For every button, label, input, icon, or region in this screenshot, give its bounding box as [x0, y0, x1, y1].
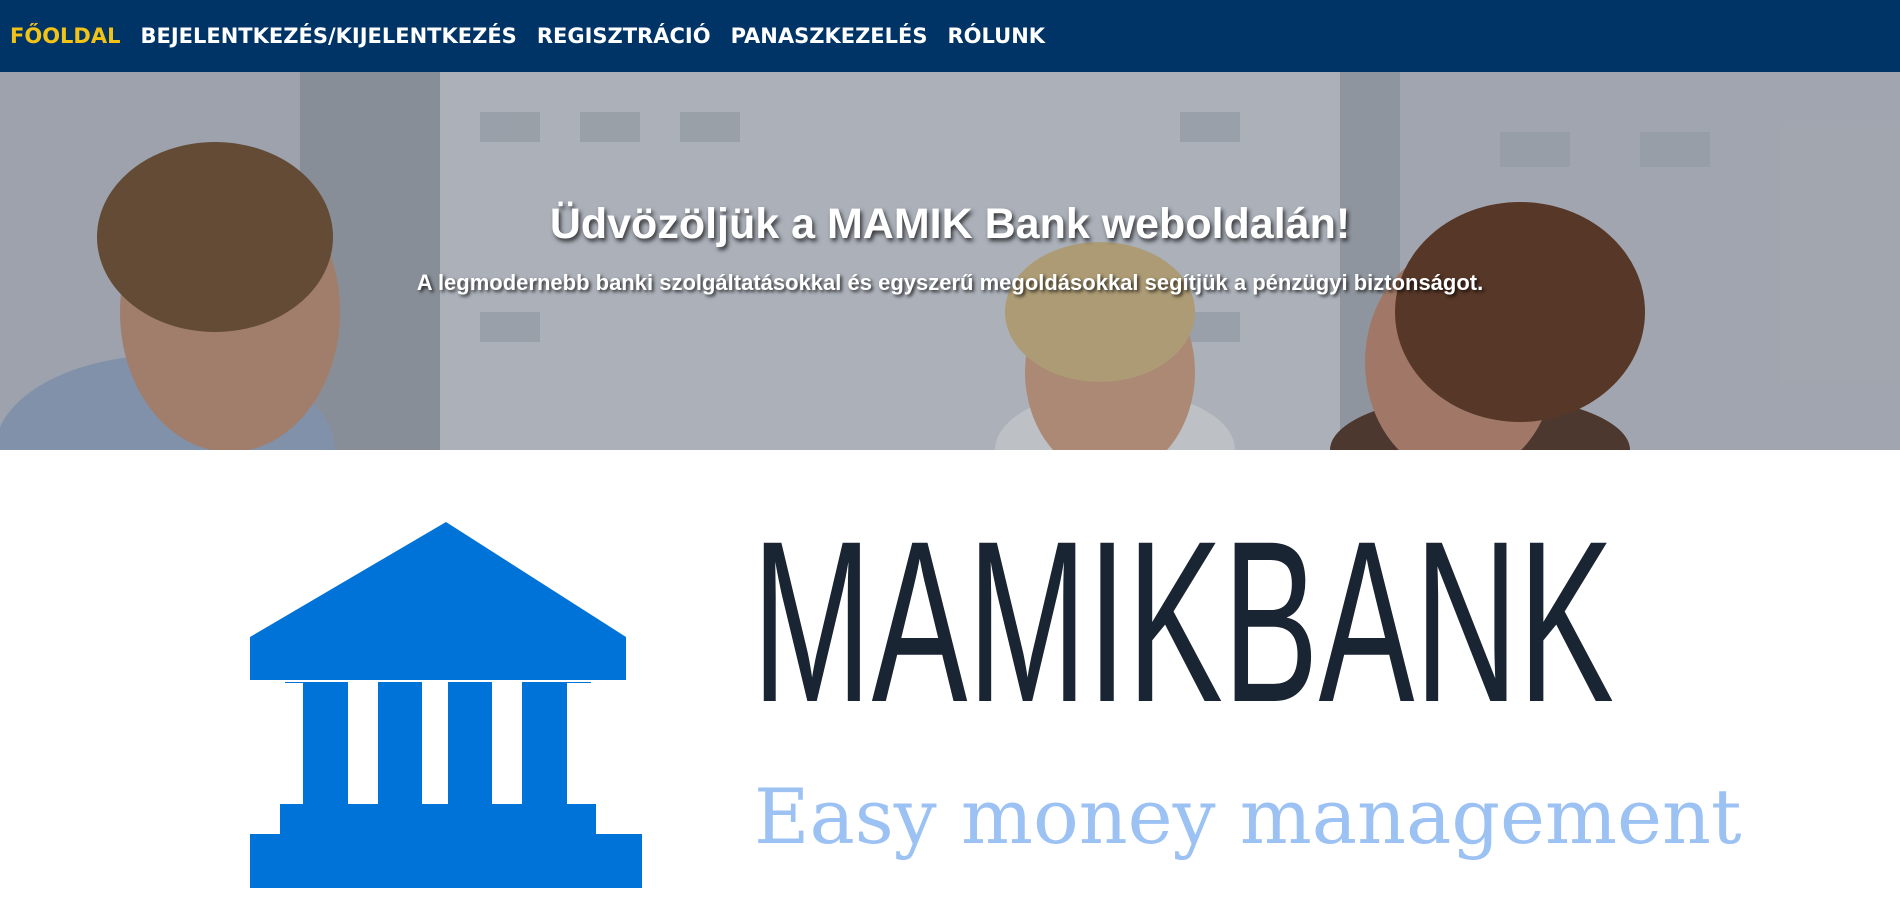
- brand-name-text: MAMIKBANK: [752, 505, 1614, 715]
- nav-link-home[interactable]: FŐOLDAL: [10, 24, 121, 48]
- hero-banner: Üdvözöljük a MAMIK Bank weboldalán! A le…: [0, 72, 1900, 450]
- nav-link-registration[interactable]: REGISZTRÁCIÓ: [537, 24, 711, 48]
- bank-building-icon: [250, 522, 642, 888]
- main-navbar: FŐOLDAL BEJELENTKEZÉS/KIJELENTKEZÉS REGI…: [0, 0, 1900, 72]
- hero-dark-overlay: [0, 72, 1900, 450]
- brand-tagline: Easy money management: [754, 772, 1742, 861]
- brand-name: MAMIKBANK: [752, 505, 1614, 715]
- hero-subtitle: A legmodernebb banki szolgáltatásokkal é…: [416, 270, 1484, 295]
- nav-link-login-logout[interactable]: BEJELENTKEZÉS/KIJELENTKEZÉS: [141, 24, 517, 48]
- nav-link-about-us[interactable]: RÓLUNK: [948, 24, 1046, 48]
- hero-title: Üdvözöljük a MAMIK Bank weboldalán!: [549, 200, 1351, 248]
- nav-link-complaints[interactable]: PANASZKEZELÉS: [731, 24, 928, 48]
